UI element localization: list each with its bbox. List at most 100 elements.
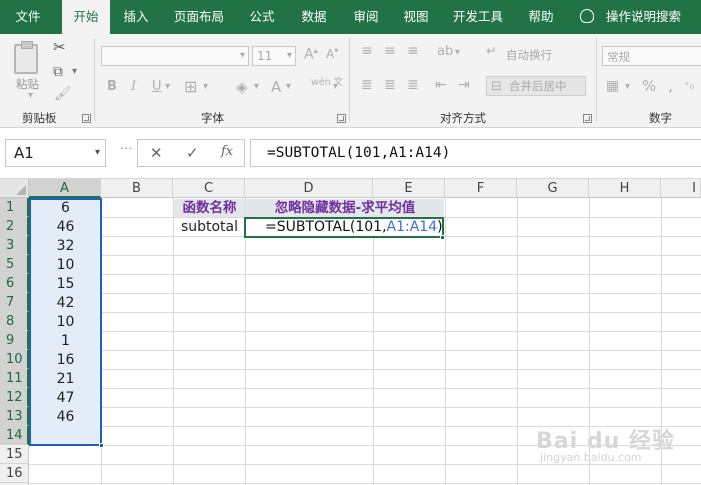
column-header-h[interactable]: H [589, 179, 661, 198]
phonetic-dropdown-icon[interactable]: ▾ [333, 81, 338, 92]
alignment-launcher-icon[interactable] [583, 114, 592, 123]
cell-d1[interactable]: 忽略隐藏数据-求平均值 [246, 199, 444, 217]
column-header-d[interactable]: D [245, 179, 373, 198]
range-resize-handle[interactable] [99, 443, 104, 448]
formula-text: =SUBTOTAL(101, [265, 219, 387, 235]
wrap-text-icon[interactable]: ↵ [486, 44, 497, 59]
borders-icon[interactable]: ⊞ [184, 77, 197, 96]
gridline [29, 388, 701, 389]
align-top-icon[interactable]: ≡ [361, 43, 373, 59]
align-middle-icon[interactable]: ≡ [384, 43, 396, 59]
column-header-b[interactable]: B [101, 179, 173, 198]
chevron-down-icon: ▾ [94, 147, 100, 158]
underline-dropdown-icon[interactable]: ▾ [165, 81, 170, 92]
decrease-indent-icon[interactable]: ⇤ [435, 77, 447, 93]
orientation-dropdown-icon[interactable]: ▾ [455, 47, 460, 58]
tab-formulas[interactable]: 公式 [240, 0, 284, 34]
row-header[interactable]: 13 [0, 407, 29, 426]
borders-dropdown-icon[interactable]: ▾ [203, 81, 208, 92]
percent-style-icon[interactable]: % [642, 77, 656, 95]
fill-color-icon[interactable]: ◈ [236, 78, 248, 96]
row-header[interactable]: 10 [0, 350, 29, 369]
font-color-dropdown-icon[interactable]: ▾ [286, 81, 291, 92]
font-size-combo[interactable]: 11 ▾ [252, 46, 296, 66]
accounting-format-icon[interactable]: ▦ [606, 78, 619, 94]
row-header[interactable]: 3 [0, 236, 29, 255]
decrease-font-icon[interactable]: A▾ [326, 46, 338, 61]
select-all-button[interactable] [0, 179, 29, 198]
tab-help[interactable]: 帮助 [520, 0, 562, 34]
tab-developer[interactable]: 开发工具 [446, 0, 510, 34]
cut-icon[interactable]: ✂ [53, 38, 66, 56]
gridline [173, 198, 174, 485]
group-separator [349, 38, 350, 122]
phonetic-guide-icon[interactable]: wén 文 [311, 78, 343, 88]
enter-icon[interactable]: ✓ [186, 144, 199, 162]
align-left-icon[interactable]: ≣ [361, 77, 373, 93]
merge-center-button[interactable]: ⊟ 合并后居中 [486, 76, 586, 96]
font-name-combo[interactable]: ▾ [101, 46, 249, 66]
formula-input[interactable]: =SUBTOTAL(101,A1:A14) [250, 139, 701, 167]
row-header[interactable]: 16 [0, 464, 29, 483]
gridline [29, 255, 701, 256]
tell-me-search[interactable]: 操作说明搜索 [580, 0, 681, 34]
tab-file[interactable]: 文件 [6, 0, 50, 34]
row-header[interactable]: 6 [0, 274, 29, 293]
row-header[interactable]: 14 [0, 426, 29, 445]
tab-page-layout[interactable]: 页面布局 [168, 0, 230, 34]
tab-insert[interactable]: 插入 [114, 0, 158, 34]
column-header-c[interactable]: C [173, 179, 245, 198]
column-header-a[interactable]: A [29, 179, 101, 198]
accounting-dropdown-icon[interactable]: ▾ [625, 81, 630, 92]
tab-data[interactable]: 数据 [292, 0, 336, 34]
column-header-e[interactable]: E [373, 179, 445, 198]
row-header[interactable]: 7 [0, 293, 29, 312]
row-header[interactable]: 12 [0, 388, 29, 407]
row-header[interactable]: 5 [0, 255, 29, 274]
underline-icon[interactable]: U [152, 79, 162, 94]
row-header[interactable]: 1 [0, 198, 29, 217]
column-header-g[interactable]: G [517, 179, 589, 198]
formula-buttons: ✕ ✓ fx [137, 139, 245, 167]
format-painter-icon[interactable]: 🖌 [54, 86, 72, 102]
font-color-icon[interactable]: A [271, 78, 281, 96]
cell-c2[interactable]: subtotal [174, 218, 245, 237]
resize-handle-icon[interactable]: ⋮ [118, 142, 133, 154]
copy-icon[interactable]: ⧉ [53, 64, 63, 80]
name-box[interactable]: A1 ▾ [5, 139, 106, 167]
paste-dropdown-icon[interactable]: ▾ [28, 90, 33, 101]
tab-home[interactable]: 开始 [62, 0, 110, 36]
bold-icon[interactable]: B [107, 79, 117, 94]
active-cell-editor[interactable]: =SUBTOTAL(101,A1:A14) [244, 217, 444, 238]
increase-indent-icon[interactable]: ⇥ [458, 77, 470, 93]
align-center-icon[interactable]: ≣ [384, 77, 396, 93]
increase-font-icon[interactable]: A▴ [304, 46, 318, 63]
tab-view[interactable]: 视图 [396, 0, 436, 34]
italic-icon[interactable]: I [131, 79, 136, 94]
wrap-text-label[interactable]: 自动换行 [506, 47, 552, 63]
row-header[interactable]: 15 [0, 445, 29, 464]
number-format-combo[interactable]: 常规 [602, 46, 701, 66]
tab-review[interactable]: 审阅 [344, 0, 388, 34]
paste-icon[interactable] [14, 41, 38, 74]
cell-c1[interactable]: 函数名称 [174, 199, 245, 217]
row-header[interactable]: 9 [0, 331, 29, 350]
insert-function-icon[interactable]: fx [221, 144, 233, 159]
increase-decimal-icon[interactable]: ⁺₀ [684, 79, 694, 92]
align-right-icon[interactable]: ≣ [407, 77, 419, 93]
copy-dropdown-icon[interactable]: ▾ [72, 66, 77, 77]
column-header-f[interactable]: F [445, 179, 517, 198]
font-launcher-icon[interactable] [337, 114, 346, 123]
orientation-icon[interactable]: ab [437, 44, 453, 59]
row-header[interactable]: 2 [0, 217, 29, 236]
fill-color-dropdown-icon[interactable]: ▾ [254, 81, 259, 92]
alignment-group-label: 对齐方式 [440, 111, 486, 125]
comma-style-icon[interactable]: , [668, 76, 673, 95]
align-bottom-icon[interactable]: ≡ [407, 43, 419, 59]
row-header[interactable]: 11 [0, 369, 29, 388]
column-header-i[interactable]: I [661, 179, 701, 198]
clipboard-launcher-icon[interactable] [82, 114, 91, 123]
row-header[interactable]: 8 [0, 312, 29, 331]
cancel-icon[interactable]: ✕ [150, 144, 163, 162]
fill-handle[interactable] [440, 235, 445, 240]
